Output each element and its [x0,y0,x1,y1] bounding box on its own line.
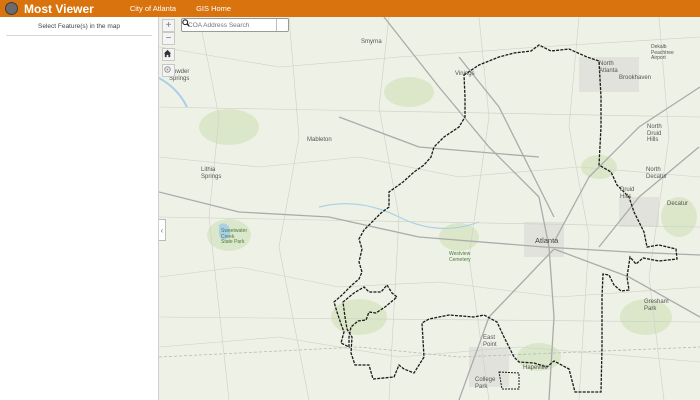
map-label-westview: Westview Cemetery [449,251,471,263]
locate-icon [164,66,171,73]
map-label-east-point: East Point [483,335,497,348]
sidebar-message: Select Feature(s) in the map [37,23,120,30]
search-icon [182,19,190,27]
home-icon [163,49,172,58]
top-bar: Most Viewer City of Atlanta GIS Home [0,0,700,17]
home-button[interactable] [162,48,175,61]
collapse-sidebar-button[interactable]: ‹ [159,219,166,241]
zoom-in-button[interactable]: + [162,19,175,32]
map-view[interactable]: Smyrna Vinings North Atlanta Brookhaven … [159,17,700,400]
sidebar-panel: Select Feature(s) in the map [0,17,159,400]
map-label-sweetwater: Sweetwater Creek State Park [221,228,248,245]
map-label-college-park: College Park [475,377,496,390]
map-label-atlanta: Atlanta [535,236,559,245]
map-label-north-druid-hills: North Druid Hills [647,124,662,144]
city-seal-icon[interactable] [5,2,18,15]
search-button[interactable] [182,19,288,31]
nav-link-city-of-atlanta[interactable]: City of Atlanta [130,4,176,13]
map-label-druid-hills: Druid Hills [620,187,635,200]
app-title: Most Viewer [24,1,94,16]
map-label-vinings: Vinings [455,71,475,77]
map-label-lithia-springs: Lithia Springs [201,167,222,180]
locate-button[interactable] [162,64,175,77]
map-label-brookhaven: Brookhaven [619,75,652,81]
chevron-left-icon: ‹ [160,225,164,235]
map-label-gresham-park: Gresham Park [644,299,669,312]
map-label-hapeville: Hapeville [523,365,548,371]
sidebar-divider [6,35,152,36]
map-label-north-atlanta: North Atlanta [599,61,618,74]
map-label-dekalb-airport: Dekalb Peachtree Airport [651,44,674,61]
zoom-out-button[interactable]: − [162,32,175,45]
address-search-input[interactable] [182,19,276,31]
map-label-north-decatur: North Decatur [646,167,668,180]
map-label-decatur: Decatur [667,201,689,207]
nav-link-gis-home[interactable]: GIS Home [196,4,231,13]
map-label-smyrna: Smyrna [361,39,382,45]
address-search-box [181,18,289,32]
map-label-mableton: Mableton [307,137,332,143]
